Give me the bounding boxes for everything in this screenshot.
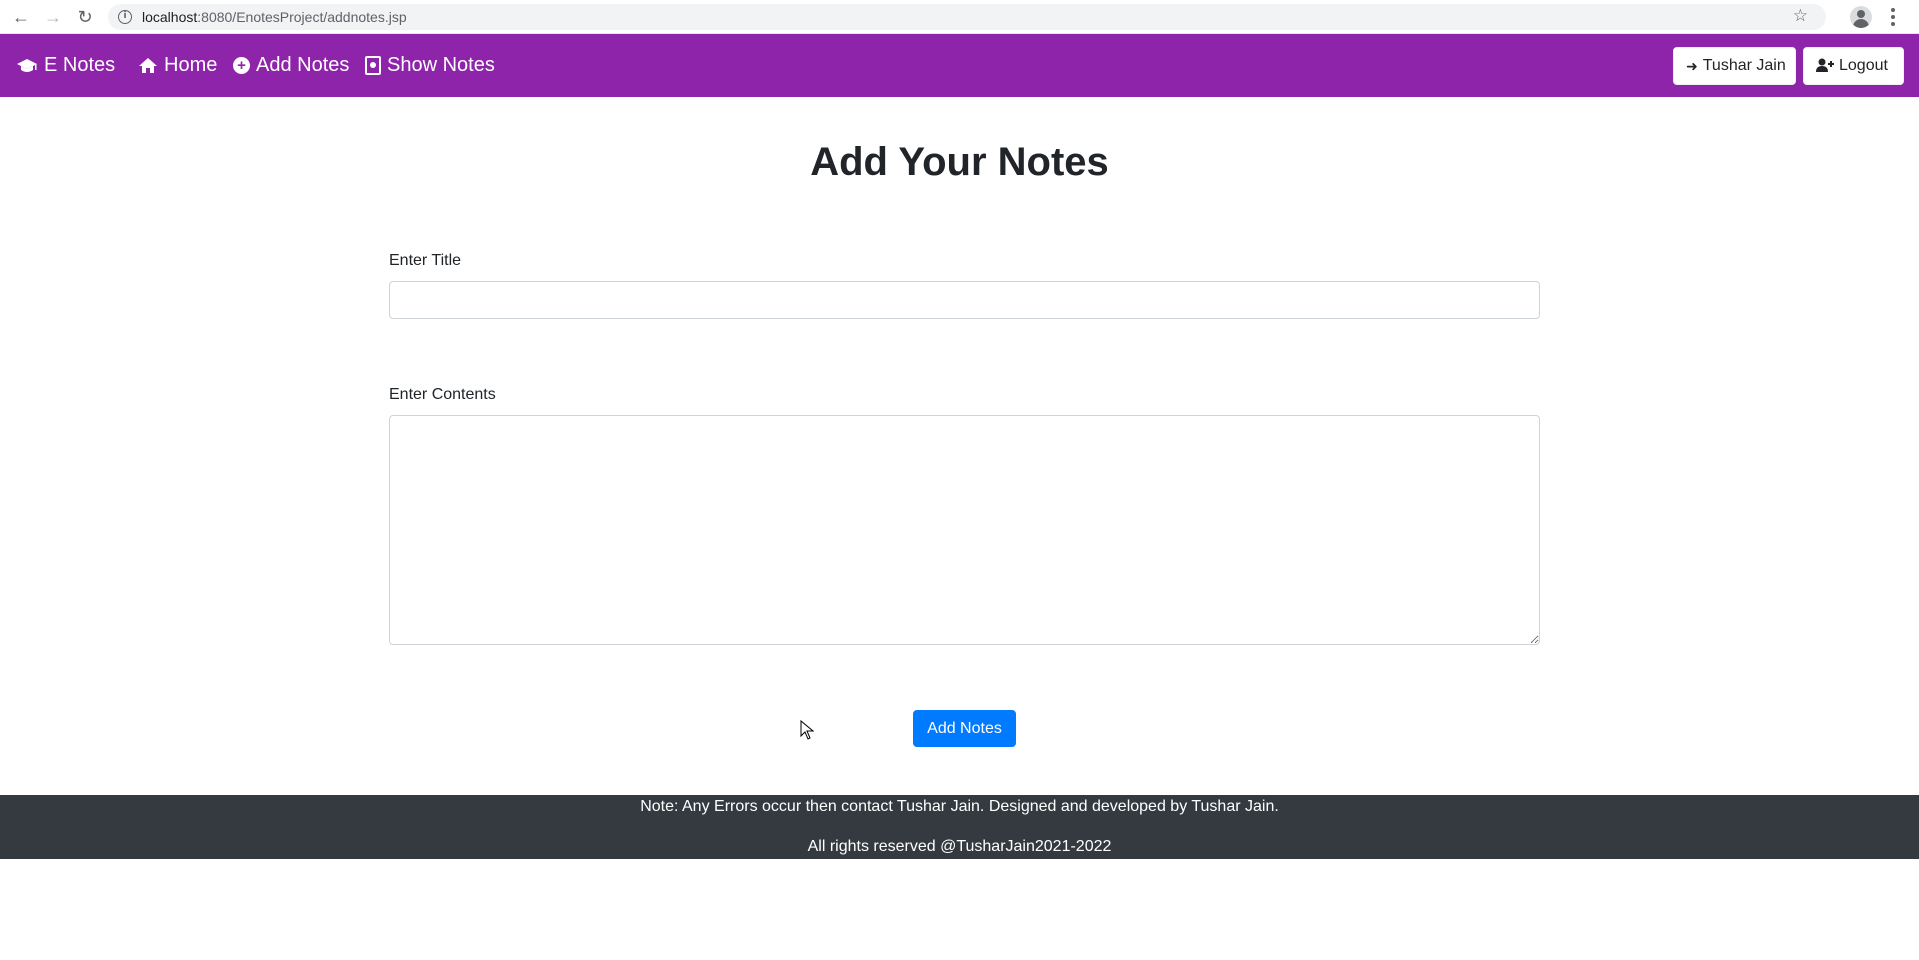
info-icon[interactable]: i [118, 10, 132, 24]
title-input[interactable] [389, 281, 1540, 319]
browser-menu-icon[interactable] [1890, 6, 1896, 28]
user-plus-icon [1816, 58, 1834, 75]
url-text[interactable]: localhost:8080/EnotesProject/addnotes.js… [142, 9, 407, 25]
home-icon [138, 57, 158, 74]
app-navbar: E Notes Home + Add Notes Show Notes [0, 34, 1919, 97]
address-book-icon [365, 56, 381, 75]
address-bar[interactable]: i localhost:8080/EnotesProject/addnotes.… [108, 4, 1826, 30]
footer-copyright: All rights reserved @TusharJain2021-2022 [807, 838, 1112, 855]
forward-icon[interactable]: → [41, 5, 65, 29]
contents-textarea[interactable] [389, 415, 1540, 645]
user-button[interactable]: ➜ Tushar Jain [1673, 47, 1796, 85]
nav-show-notes-label: Show Notes [387, 54, 495, 76]
brand-label: E Notes [44, 54, 116, 76]
back-icon[interactable]: ← [9, 5, 33, 29]
mouse-cursor-icon [800, 720, 814, 740]
browser-toolbar: ← → ↻ i localhost:8080/EnotesProject/add… [0, 0, 1919, 34]
bookmark-star-icon[interactable]: ☆ [1793, 6, 1808, 26]
plus-circle-icon: + [233, 57, 250, 74]
profile-icon[interactable] [1850, 6, 1872, 28]
user-button-label: Tushar Jain [1702, 57, 1786, 74]
brand-link[interactable]: E Notes [16, 34, 115, 97]
reload-icon[interactable]: ↻ [73, 5, 97, 29]
sign-in-icon: ➜ [1686, 57, 1698, 74]
logout-button[interactable]: Logout [1803, 47, 1904, 85]
nav-show-notes[interactable]: Show Notes [365, 34, 495, 97]
page-footer: Note: Any Errors occur then contact Tush… [0, 795, 1919, 859]
logout-button-label: Logout [1839, 57, 1888, 74]
nav-add-notes[interactable]: + Add Notes [233, 34, 349, 97]
add-notes-button[interactable]: Add Notes [913, 710, 1016, 747]
page-title: Add Your Notes [810, 140, 1109, 184]
nav-home[interactable]: Home [138, 34, 217, 97]
nav-add-notes-label: Add Notes [256, 54, 350, 76]
graduation-cap-icon [16, 58, 38, 74]
title-field-label: Enter Title [389, 252, 462, 269]
footer-note: Note: Any Errors occur then contact Tush… [640, 798, 1279, 815]
nav-home-label: Home [164, 54, 218, 76]
contents-field-label: Enter Contents [389, 386, 496, 403]
